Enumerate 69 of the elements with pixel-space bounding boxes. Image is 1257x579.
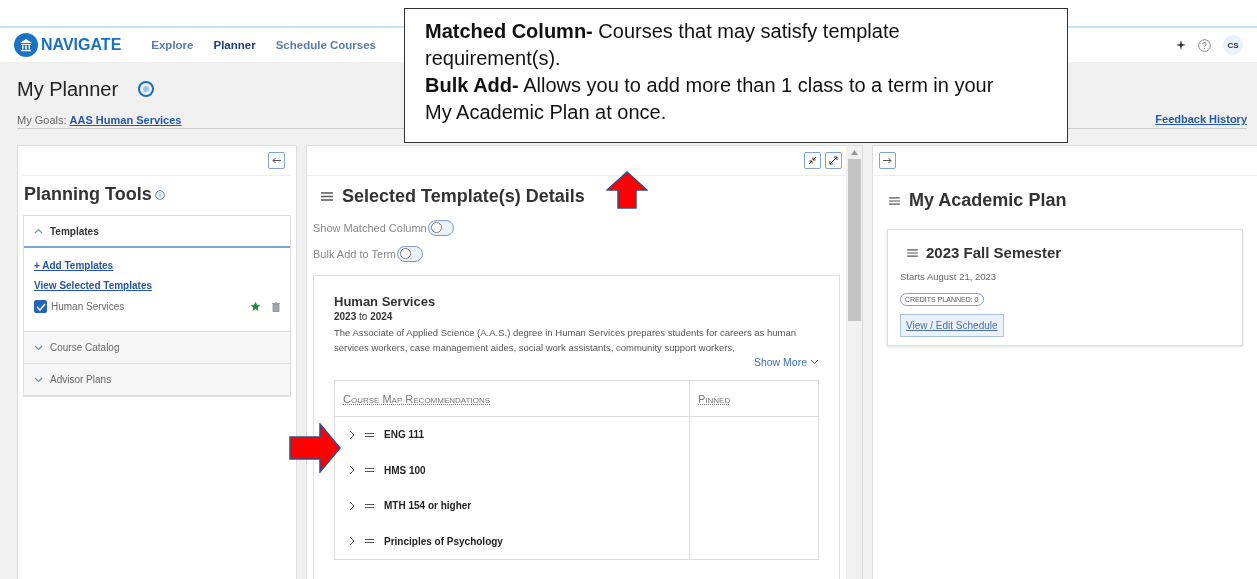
expand-button[interactable] bbox=[825, 152, 842, 169]
show-more-link[interactable]: Show More bbox=[753, 356, 819, 368]
collapse-button[interactable] bbox=[879, 152, 896, 169]
info-icon[interactable] bbox=[154, 189, 165, 200]
feedback-link[interactable]: Feedback History bbox=[1155, 113, 1247, 125]
column-header: Pinned bbox=[697, 391, 732, 407]
star-icon[interactable] bbox=[251, 302, 260, 311]
drag-handle-icon[interactable] bbox=[365, 538, 374, 545]
expand-chevron-icon[interactable] bbox=[349, 536, 355, 547]
goal-link[interactable]: AAS Human Services bbox=[69, 114, 182, 126]
help-icon[interactable] bbox=[1198, 38, 1211, 52]
callout-text: Bulk Add- Allows you to add more than 1 class to a term in your My Academic Plan at once. bbox=[425, 73, 995, 125]
expand-chevron-icon[interactable] bbox=[349, 465, 355, 476]
expand-chevron-icon[interactable] bbox=[349, 500, 355, 511]
course-name: ENG 111 bbox=[384, 429, 425, 441]
panel-title: My Academic Plan bbox=[909, 190, 1067, 211]
term-title: 2023 Fall Semester bbox=[926, 244, 1062, 261]
nav-link[interactable]: Explore bbox=[151, 39, 194, 51]
goals-label: My Goals: bbox=[17, 114, 67, 126]
annotation-arrow-icon bbox=[606, 171, 648, 209]
course-name: MTH 154 or higher bbox=[384, 500, 472, 512]
arrow-left-icon bbox=[272, 157, 281, 164]
arrow-right-icon bbox=[883, 157, 892, 164]
user-avatar[interactable]: CS bbox=[1223, 35, 1243, 55]
chevron-icon bbox=[34, 376, 43, 383]
toggle-label: Show Matched Column bbox=[313, 222, 427, 234]
trash-icon[interactable] bbox=[272, 301, 280, 312]
drag-handle-icon[interactable] bbox=[365, 431, 374, 438]
toggle-switch[interactable] bbox=[427, 220, 454, 236]
template-name: Human Services bbox=[51, 301, 126, 312]
scrollbar[interactable] bbox=[846, 146, 862, 579]
page-title: My Planner bbox=[17, 77, 119, 101]
menu-icon bbox=[907, 248, 918, 257]
annotation-arrow-icon bbox=[289, 423, 341, 473]
logo-text: NAVIGATE bbox=[41, 36, 122, 54]
term-start-date: Starts August 21, 2023 bbox=[900, 271, 998, 282]
shrink-icon bbox=[808, 156, 817, 165]
drag-handle-icon[interactable] bbox=[365, 467, 374, 474]
toggle-switch[interactable] bbox=[396, 246, 423, 262]
callout-text: Matched Column- Courses that may satisfy template requirement(s). bbox=[425, 19, 901, 71]
course-name: Principles of Psychology bbox=[384, 535, 503, 547]
menu-icon bbox=[321, 192, 333, 201]
template-description: The Associate of Applied Science (A.A.S.) degree in Human Services prepares students for careers as human services workers, case management aides, social work assistants, community support workers, bbox=[334, 326, 798, 355]
info-icon[interactable] bbox=[138, 81, 155, 97]
template-title: Human Services bbox=[334, 294, 437, 309]
panel-title: Planning Tools bbox=[24, 184, 152, 205]
template-checkbox[interactable] bbox=[34, 300, 47, 313]
template-link[interactable]: + Add Templates bbox=[34, 260, 280, 271]
accordion-header[interactable]: Advisor Plans bbox=[24, 364, 290, 396]
drag-handle-icon[interactable] bbox=[365, 502, 374, 509]
expand-chevron-icon[interactable] bbox=[349, 429, 355, 440]
collapse-button[interactable] bbox=[268, 152, 285, 169]
expand-icon bbox=[829, 156, 838, 165]
nav-link[interactable]: Planner bbox=[213, 39, 256, 51]
menu-icon bbox=[889, 196, 900, 205]
accordion-header[interactable]: Course Catalog bbox=[24, 332, 290, 364]
nav-link[interactable]: Schedule Courses bbox=[275, 39, 376, 51]
column-header: Course Map Recommendations bbox=[335, 381, 690, 416]
toggle-label: Bulk Add to Term bbox=[313, 248, 396, 260]
chevron-down-icon bbox=[810, 359, 819, 365]
template-link[interactable]: View Selected Templates bbox=[34, 280, 280, 291]
chevron-icon bbox=[34, 228, 43, 234]
chevron-icon bbox=[34, 344, 43, 351]
course-name: HMS 100 bbox=[384, 464, 426, 476]
logo-icon bbox=[14, 33, 38, 57]
panel-title: Selected Template(s) Details bbox=[342, 186, 585, 207]
sparkle-icon[interactable] bbox=[1176, 40, 1186, 50]
view-edit-schedule-button[interactable]: View / Edit Schedule bbox=[900, 314, 1004, 337]
template-years: 2023 to 2024 bbox=[334, 311, 394, 322]
